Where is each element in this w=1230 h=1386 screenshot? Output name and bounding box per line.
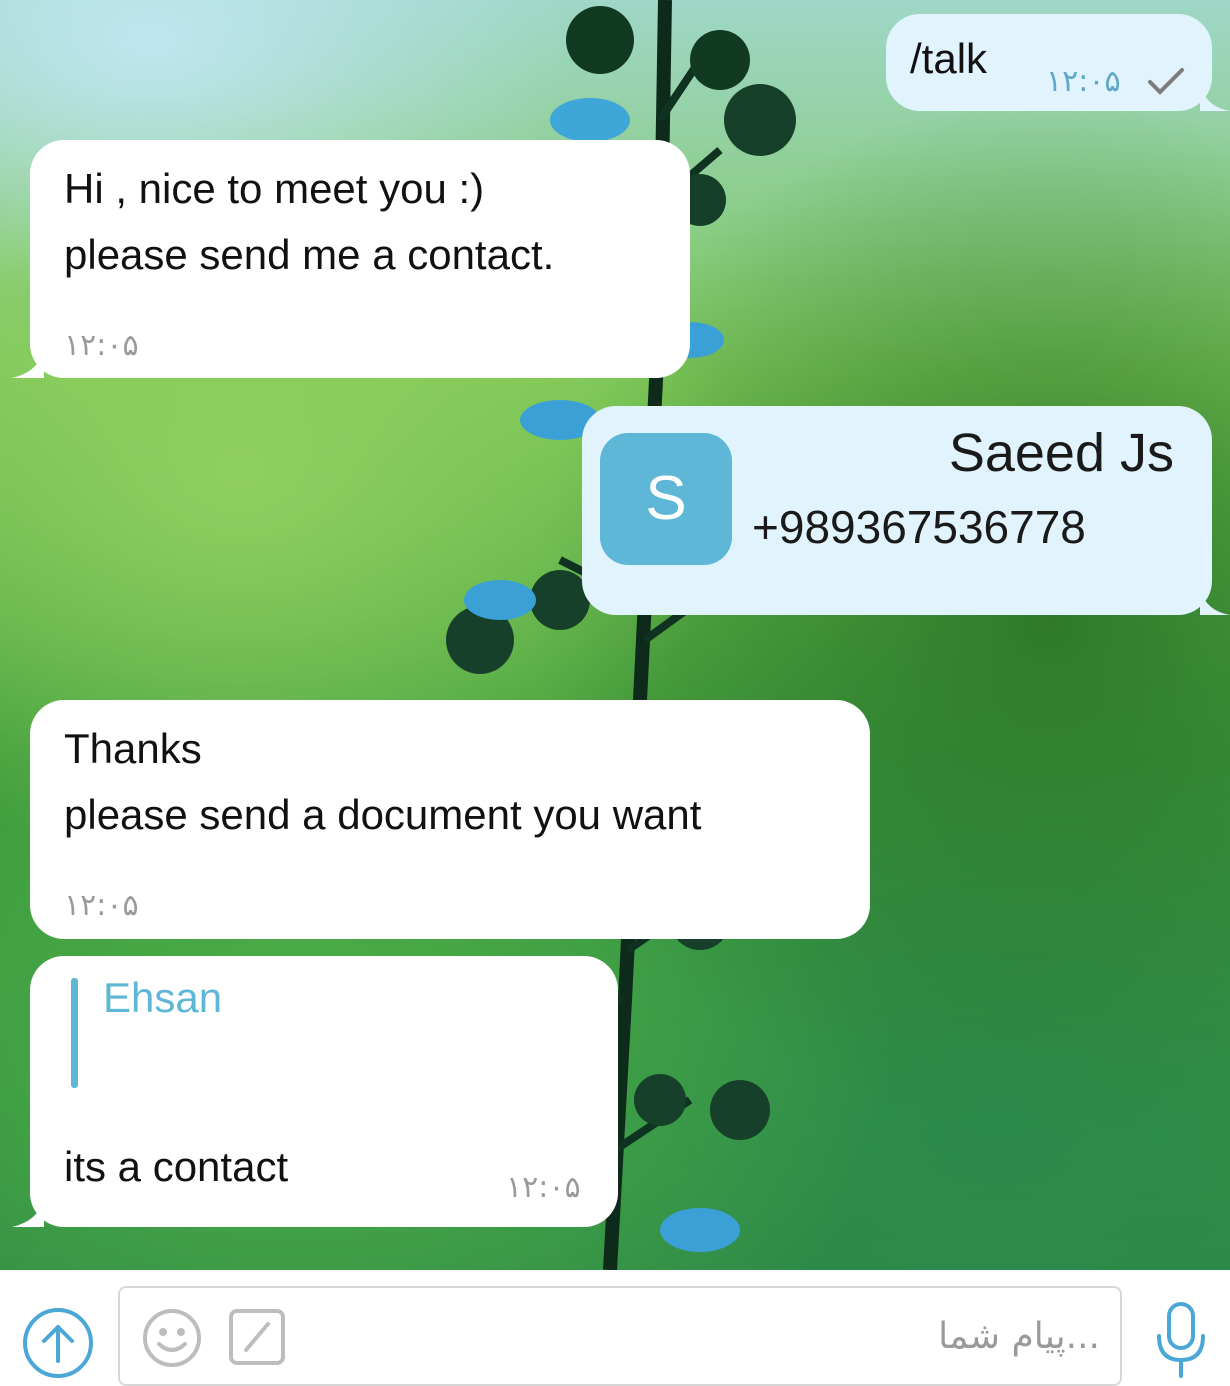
- incoming-message-bubble[interactable]: Hi , nice to meet you :) please send me …: [30, 140, 690, 378]
- bubble-tail: [12, 1199, 44, 1227]
- attach-upload-icon[interactable]: [22, 1307, 94, 1379]
- bubble-tail: [1200, 85, 1230, 111]
- command-slash-icon[interactable]: [228, 1308, 286, 1366]
- message-input-placeholder: پیام شما...: [938, 1316, 1100, 1357]
- microphone-icon[interactable]: [1153, 1300, 1209, 1380]
- message-text: /talk: [910, 35, 988, 82]
- message-time: ۱۲:۰۵: [1046, 64, 1121, 99]
- contact-avatar[interactable]: S: [600, 433, 732, 565]
- contact-phone: +989367536778: [752, 501, 1086, 553]
- incoming-reply-message-bubble[interactable]: Ehsan its a contact ۱۲:۰۵: [30, 956, 618, 1227]
- message-text-line: please send a document you want: [64, 791, 702, 838]
- incoming-message-bubble[interactable]: Thanks please send a document you want ۱…: [30, 700, 870, 939]
- reply-quote-bar: [71, 978, 78, 1088]
- message-time: ۱۲:۰۵: [64, 888, 139, 923]
- emoji-icon[interactable]: [140, 1306, 204, 1370]
- reply-sender-name[interactable]: Ehsan: [103, 974, 222, 1022]
- bubble-tail: [12, 350, 44, 378]
- message-input[interactable]: پیام شما...: [118, 1286, 1122, 1386]
- message-text-line: Thanks: [64, 725, 202, 772]
- message-text-line: please send me a contact.: [64, 231, 555, 278]
- outgoing-message-bubble[interactable]: /talk ۱۲:۰۵: [886, 14, 1212, 111]
- contact-name: Saeed Js: [948, 423, 1174, 483]
- message-composer: پیام شما...: [0, 1270, 1230, 1386]
- message-time: ۱۲:۰۵: [64, 328, 139, 363]
- sent-check-icon: [1148, 68, 1184, 95]
- contact-message-bubble[interactable]: S Saeed Js +989367536778: [582, 406, 1212, 615]
- message-text: its a contact: [64, 1143, 289, 1190]
- bubble-tail: [1200, 589, 1230, 615]
- message-time: ۱۲:۰۵: [506, 1170, 581, 1205]
- message-text-line: Hi , nice to meet you :): [64, 165, 485, 212]
